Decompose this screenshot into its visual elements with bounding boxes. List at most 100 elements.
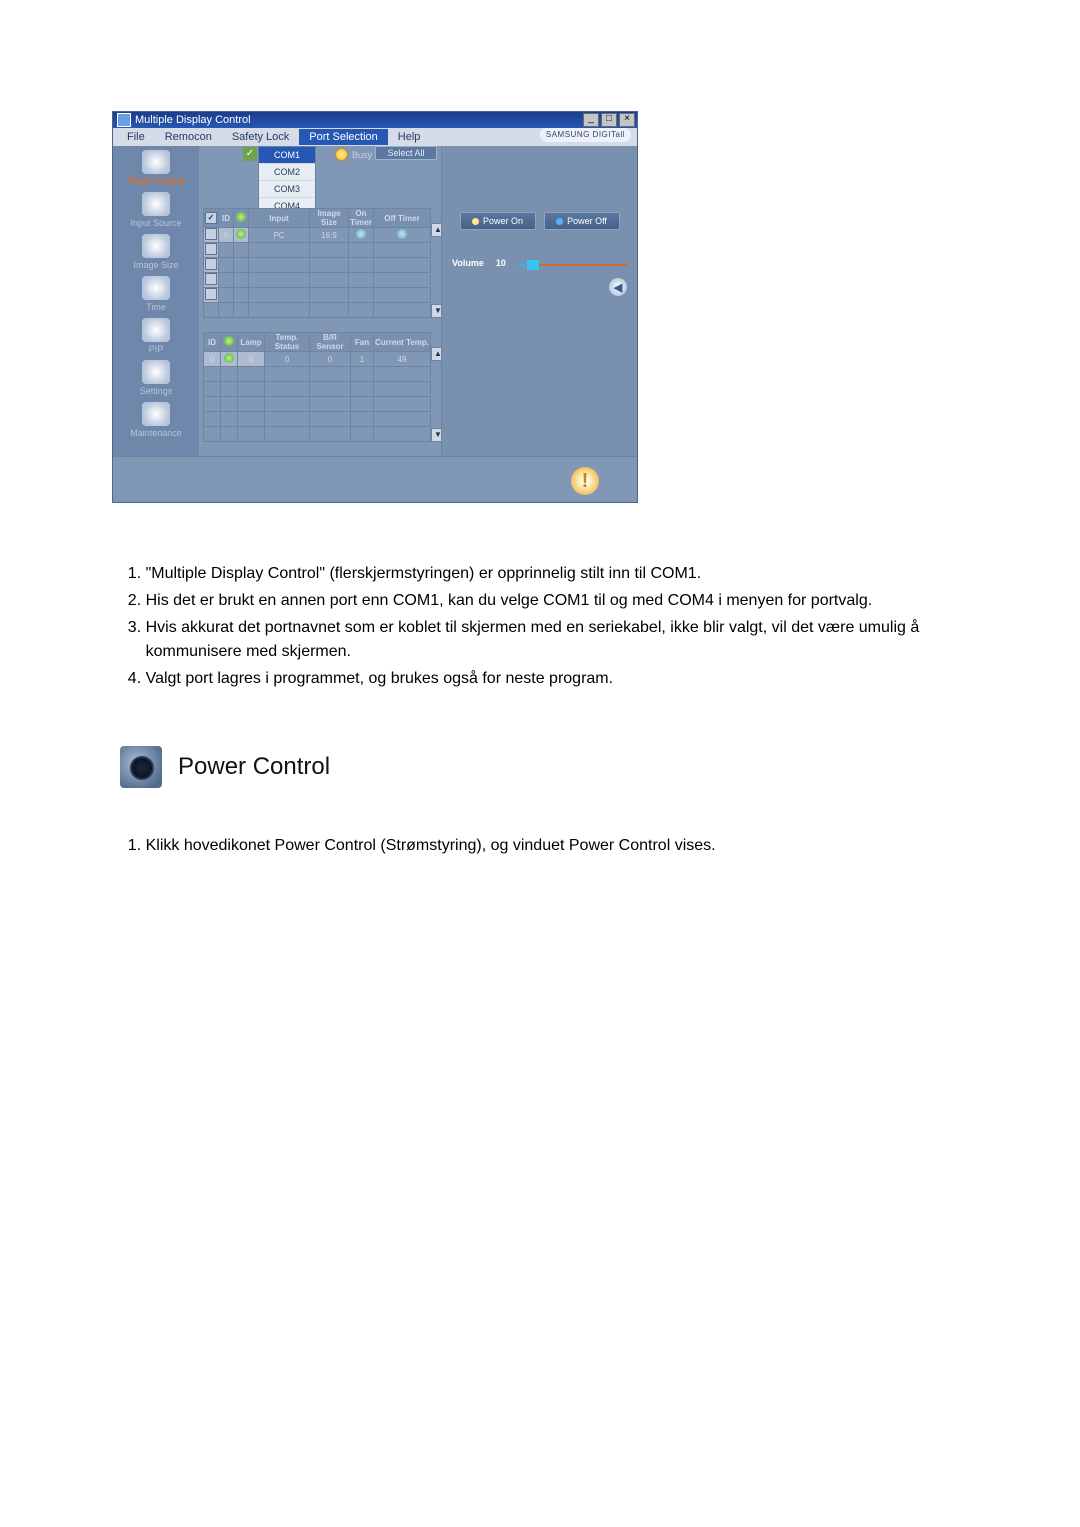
status-table: ID Lamp Temp. Status B/R Sensor Fan Curr… bbox=[203, 332, 431, 442]
sidebar-item-label: Maintenance bbox=[116, 428, 196, 438]
col-br-sensor: B/R Sensor bbox=[310, 333, 351, 352]
port-option-com3[interactable]: COM3 bbox=[259, 181, 315, 198]
power-on-label: Power On bbox=[483, 216, 523, 226]
document-body: "Multiple Display Control" (flerskjermst… bbox=[120, 562, 960, 857]
sidebar-item-label: PIP bbox=[116, 344, 196, 354]
power-off-label: Power Off bbox=[567, 216, 607, 226]
center-panel: Select All Busy ✓ COM1 COM2 COM3 COM4 bbox=[199, 146, 441, 456]
list-item: Valgt port lagres i programmet, og bruke… bbox=[146, 667, 960, 690]
app-window: Multiple Display Control _ □ × File Remo… bbox=[113, 112, 637, 502]
col-id: ID bbox=[219, 209, 234, 228]
sidebar-item-maintenance[interactable]: Maintenance bbox=[116, 402, 196, 438]
status-dot-icon bbox=[224, 353, 234, 363]
volume-label: Volume bbox=[452, 258, 484, 268]
maintenance-icon bbox=[142, 402, 170, 426]
check-icon: ✓ bbox=[243, 147, 257, 161]
table-row[interactable] bbox=[204, 243, 431, 258]
col-image-size: Image Size bbox=[310, 209, 349, 228]
col-off-timer: Off Timer bbox=[374, 209, 431, 228]
power-off-button[interactable]: Power Off bbox=[544, 212, 620, 230]
menu-file[interactable]: File bbox=[117, 129, 155, 145]
select-all-button[interactable]: Select All bbox=[375, 146, 437, 160]
table-row[interactable]: 0 PC 16:9 bbox=[204, 228, 431, 243]
menu-port-selection[interactable]: Port Selection bbox=[299, 129, 387, 145]
pip-icon bbox=[142, 318, 170, 342]
sidebar-item-power-control[interactable]: Power Control bbox=[116, 150, 196, 186]
sidebar-item-pip[interactable]: PIP bbox=[116, 318, 196, 354]
cell-current-temp: 49 bbox=[374, 352, 431, 367]
sidebar: Power Control Input Source Image Size Ti… bbox=[113, 146, 199, 456]
table-row[interactable] bbox=[204, 367, 431, 382]
row-checkbox[interactable] bbox=[205, 243, 217, 255]
header-checkbox[interactable]: ✓ bbox=[205, 212, 217, 224]
list-item: "Multiple Display Control" (flerskjermst… bbox=[146, 562, 960, 585]
row-checkbox[interactable] bbox=[205, 228, 217, 240]
col-current-temp: Current Temp. bbox=[374, 333, 431, 352]
sidebar-item-settings[interactable]: Settings bbox=[116, 360, 196, 396]
power-on-button[interactable]: Power On bbox=[460, 212, 536, 230]
info-icon: ! bbox=[571, 467, 599, 495]
menu-safety-lock[interactable]: Safety Lock bbox=[222, 129, 299, 145]
col-id: ID bbox=[204, 333, 221, 352]
table-row[interactable] bbox=[204, 412, 431, 427]
port-selection-dropdown[interactable]: ✓ COM1 COM2 COM3 COM4 bbox=[258, 146, 316, 215]
cell-image-size: 16:9 bbox=[310, 228, 349, 243]
led-on-icon bbox=[472, 218, 479, 225]
list-item: His det er brukt en annen port enn COM1,… bbox=[146, 589, 960, 612]
table-row[interactable] bbox=[204, 397, 431, 412]
timer-dot-icon bbox=[356, 229, 366, 239]
speaker-icon[interactable]: ◀ bbox=[609, 278, 627, 296]
table-row[interactable] bbox=[204, 273, 431, 288]
row-checkbox[interactable] bbox=[205, 273, 217, 285]
busy-label: Busy bbox=[352, 150, 372, 160]
row-checkbox[interactable] bbox=[205, 258, 217, 270]
sidebar-item-image-size[interactable]: Image Size bbox=[116, 234, 196, 270]
close-button[interactable]: × bbox=[619, 113, 635, 127]
menu-help[interactable]: Help bbox=[388, 129, 431, 145]
power-control-section-icon bbox=[120, 746, 162, 788]
table-row[interactable] bbox=[204, 303, 431, 318]
timer-dot-icon bbox=[397, 229, 407, 239]
title-bar[interactable]: Multiple Display Control bbox=[113, 112, 637, 128]
cell-lamp: 0 bbox=[238, 352, 265, 367]
col-fan: Fan bbox=[351, 333, 374, 352]
cell-id: 0 bbox=[204, 352, 221, 367]
col-lamp: Lamp bbox=[238, 333, 265, 352]
cell-input: PC bbox=[249, 228, 310, 243]
volume-value: 10 bbox=[496, 258, 506, 268]
right-panel: Power On Power Off Volume 10 bbox=[441, 146, 637, 456]
port-option-com1[interactable]: ✓ COM1 bbox=[259, 147, 315, 164]
time-icon bbox=[142, 276, 170, 300]
maximize-button[interactable]: □ bbox=[601, 113, 617, 127]
sidebar-item-label: Image Size bbox=[116, 260, 196, 270]
sidebar-item-label: Time bbox=[116, 302, 196, 312]
sidebar-item-input-source[interactable]: Input Source bbox=[116, 192, 196, 228]
image-size-icon bbox=[142, 234, 170, 258]
port-option-com2[interactable]: COM2 bbox=[259, 164, 315, 181]
table-row[interactable] bbox=[204, 288, 431, 303]
cell-fan: 1 bbox=[351, 352, 374, 367]
status-bar: ! bbox=[113, 456, 637, 502]
row-checkbox[interactable] bbox=[205, 288, 217, 300]
table-row[interactable] bbox=[204, 427, 431, 442]
list-item: Hvis akkurat det portnavnet som er koble… bbox=[146, 616, 960, 662]
table-row[interactable]: 0 0 0 0 1 49 bbox=[204, 352, 431, 367]
sidebar-item-time[interactable]: Time bbox=[116, 276, 196, 312]
col-temp-status: Temp. Status bbox=[265, 333, 310, 352]
app-icon bbox=[117, 113, 131, 127]
list-item: Klikk hovedikonet Power Control (Strømst… bbox=[146, 834, 960, 857]
status-dot-icon bbox=[236, 212, 246, 222]
input-source-icon bbox=[142, 192, 170, 216]
sidebar-item-label: Power Control bbox=[116, 176, 196, 186]
led-off-icon bbox=[556, 218, 563, 225]
volume-thumb[interactable] bbox=[527, 260, 539, 270]
cell-id: 0 bbox=[219, 228, 234, 243]
brand-label: SAMSUNG DIGITall bbox=[540, 128, 631, 142]
status-dot-icon bbox=[224, 336, 234, 346]
minimize-button[interactable]: _ bbox=[583, 113, 599, 127]
table-row[interactable] bbox=[204, 258, 431, 273]
table-row[interactable] bbox=[204, 382, 431, 397]
volume-slider[interactable] bbox=[518, 264, 627, 266]
section-title: Power Control bbox=[178, 750, 330, 785]
menu-remocon[interactable]: Remocon bbox=[155, 129, 222, 145]
